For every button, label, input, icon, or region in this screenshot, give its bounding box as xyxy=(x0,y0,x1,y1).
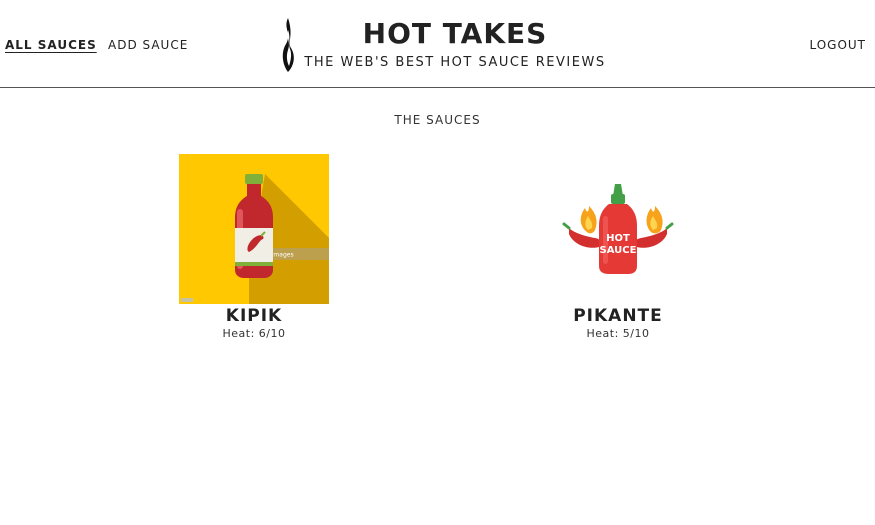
top-navigation-bar: ALL SAUCES ADD SAUCE HOT TAKES THE WEB'S… xyxy=(0,0,875,88)
sauce-heat: Heat: 6/10 xyxy=(222,327,286,340)
bottle-label-line2: SAUCE xyxy=(600,245,637,256)
sauce-heat: Heat: 5/10 xyxy=(586,327,650,340)
flame-logo-icon[interactable] xyxy=(278,16,298,74)
site-title: HOT TAKES xyxy=(362,17,548,50)
sauce-bottle-image[interactable]: HOT SAUCE xyxy=(543,154,693,304)
logout-link[interactable]: LOGOUT xyxy=(809,38,866,52)
sauce-card[interactable]: HOT SAUCE PIKANTE Heat: 5/10 xyxy=(528,154,708,340)
sauce-card[interactable]: gettyimages KIPIK Heat: 6/10 xyxy=(164,154,344,340)
site-subtitle: THE WEB'S BEST HOT SAUCE REVIEWS xyxy=(304,55,606,70)
sauce-name: KIPIK xyxy=(225,306,283,326)
sauce-bottle-image[interactable]: gettyimages xyxy=(179,154,329,304)
nav-all-sauces-link[interactable]: ALL SAUCES xyxy=(5,38,97,52)
bottle-label-line1: HOT xyxy=(606,233,630,244)
section-title: THE SAUCES xyxy=(394,113,481,127)
sauce-name: PIKANTE xyxy=(573,306,663,326)
nav-add-sauce-link[interactable]: ADD SAUCE xyxy=(108,38,188,52)
